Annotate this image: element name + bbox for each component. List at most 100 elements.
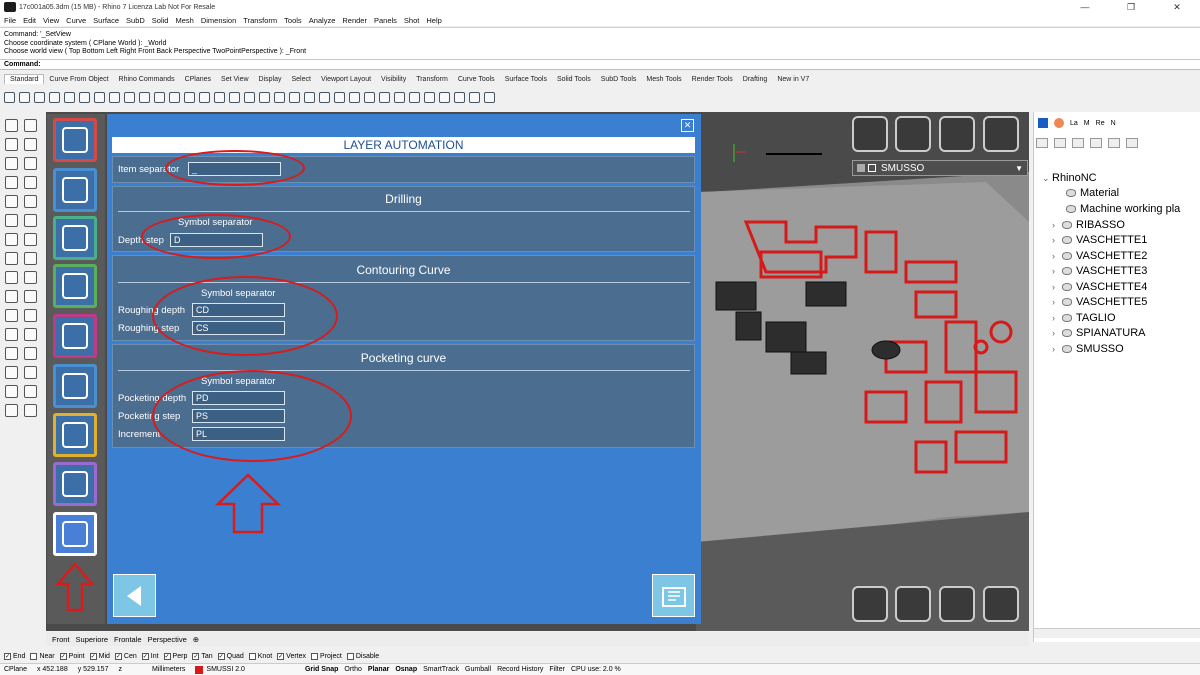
rotate-icon[interactable] — [24, 309, 37, 322]
menu-help[interactable]: Help — [426, 16, 441, 25]
menu-shot[interactable]: Shot — [404, 16, 419, 25]
pocketing-button[interactable] — [53, 314, 97, 358]
tab-layers[interactable]: La — [1070, 120, 1078, 127]
menu-curve[interactable]: Curve — [66, 16, 86, 25]
visibility-icon[interactable] — [349, 91, 360, 103]
move-icon[interactable] — [24, 290, 37, 303]
paste-icon[interactable] — [109, 91, 120, 103]
tab-set-view[interactable]: Set View — [216, 75, 254, 84]
globe-icon[interactable] — [469, 91, 480, 103]
point-icon[interactable] — [5, 119, 18, 132]
import-icon[interactable] — [64, 91, 75, 103]
status-layer[interactable]: SMUSSI 2.0 — [195, 665, 245, 674]
checkbox[interactable] — [248, 652, 256, 660]
tree-root[interactable]: ⌄ RhinoNC — [1042, 172, 1097, 184]
options-icon[interactable] — [424, 91, 435, 103]
menu-analyze[interactable]: Analyze — [309, 16, 336, 25]
checkbox[interactable]: ✓ — [277, 652, 285, 660]
cut-icon[interactable] — [79, 91, 90, 103]
explode-icon[interactable] — [5, 290, 18, 303]
menu-render[interactable]: Render — [342, 16, 367, 25]
menu-tools[interactable]: Tools — [284, 16, 302, 25]
tab-subd-tools[interactable]: SubD Tools — [596, 75, 642, 84]
loft-icon[interactable] — [24, 195, 37, 208]
viewport-tab-frontale[interactable]: Frontale — [114, 635, 142, 644]
tree-item-machine[interactable]: Machine working pla — [1066, 203, 1180, 215]
render-tool-icon[interactable] — [24, 404, 37, 417]
transform-icon[interactable] — [304, 91, 315, 103]
properties-icon[interactable] — [5, 404, 18, 417]
zoom-out-icon[interactable] — [1108, 138, 1120, 148]
panel-close-button[interactable]: ✕ — [681, 119, 694, 132]
zoom-selected-icon[interactable] — [214, 91, 225, 103]
undo-icon[interactable] — [124, 91, 135, 103]
osnap-project[interactable]: Project — [311, 652, 342, 660]
curve-icon[interactable] — [24, 157, 37, 170]
menu-subd[interactable]: SubD — [126, 16, 145, 25]
tab-render[interactable]: Re — [1096, 120, 1105, 127]
undo-view-icon[interactable] — [229, 91, 240, 103]
checkbox[interactable]: ✓ — [141, 652, 149, 660]
settings-gears-icon[interactable] — [939, 586, 975, 622]
tab-drafting[interactable]: Drafting — [738, 75, 773, 84]
arc-icon[interactable] — [24, 138, 37, 151]
checkbox[interactable]: ✓ — [163, 652, 171, 660]
layer-automation-button[interactable] — [53, 512, 97, 556]
drilling-button[interactable] — [53, 216, 97, 260]
environment-icon[interactable] — [409, 91, 420, 103]
tree-item-vaschette2[interactable]: › VASCHETTE2 — [1052, 250, 1147, 262]
info-icon[interactable] — [1072, 138, 1084, 148]
tree-item-vaschette1[interactable]: › VASCHETTE1 — [1052, 234, 1147, 246]
osnap-int[interactable]: ✓ Int — [141, 652, 159, 660]
subd-icon[interactable] — [24, 233, 37, 246]
tree-item-material[interactable]: Material — [1066, 187, 1119, 199]
analyze-icon[interactable] — [5, 385, 18, 398]
zoom-icon[interactable] — [169, 91, 180, 103]
lock-icon[interactable] — [334, 91, 345, 103]
text-icon[interactable] — [5, 366, 18, 379]
help-question-icon[interactable] — [983, 586, 1019, 622]
zoom-window-icon[interactable] — [184, 91, 195, 103]
checkbox[interactable]: ✓ — [89, 652, 97, 660]
hatch-icon[interactable] — [24, 366, 37, 379]
box-tool-button[interactable] — [53, 413, 97, 457]
save-settings-button[interactable] — [652, 574, 695, 617]
layer-tree-button[interactable] — [53, 168, 97, 212]
tab-viewport-layout[interactable]: Viewport Layout — [316, 75, 376, 84]
tab-new-in-v7[interactable]: New in V7 — [772, 75, 814, 84]
tree-item-vaschette3[interactable]: › VASCHETTE3 — [1052, 265, 1147, 277]
rotate-view-icon[interactable] — [154, 91, 165, 103]
checkbox[interactable]: ✓ — [114, 652, 122, 660]
minimize-button[interactable]: — — [1062, 0, 1108, 14]
material-icon[interactable] — [394, 91, 405, 103]
toggle-record-history[interactable]: Record History — [497, 666, 543, 673]
tab-render-tools[interactable]: Render Tools — [687, 75, 738, 84]
tree-item-spianatura[interactable]: › SPIANATURA — [1052, 327, 1145, 339]
tree-item-ribasso[interactable]: › RIBASSO — [1052, 219, 1125, 231]
tree-item-smusso[interactable]: › SMUSSO — [1052, 343, 1124, 355]
toggle-planar[interactable]: Planar — [368, 666, 389, 673]
offset-icon[interactable] — [24, 176, 37, 189]
copy-icon[interactable] — [94, 91, 105, 103]
check-icon[interactable] — [24, 385, 37, 398]
refresh-icon[interactable] — [1126, 138, 1138, 148]
menu-solid[interactable]: Solid — [152, 16, 169, 25]
checkbox[interactable] — [311, 652, 319, 660]
maximize-button[interactable]: ❐ — [1108, 0, 1154, 14]
tab-mesh-tools[interactable]: Mesh Tools — [641, 75, 686, 84]
copy-tool-icon[interactable] — [5, 309, 18, 322]
polyline-icon[interactable] — [24, 119, 37, 132]
simulation-icon[interactable] — [939, 116, 975, 152]
select-filter-icon[interactable] — [289, 91, 300, 103]
join-icon[interactable] — [24, 271, 37, 284]
viewport-tab-perspective[interactable]: Perspective — [148, 635, 187, 644]
snap-icon[interactable] — [454, 91, 465, 103]
tool-holder-icon[interactable] — [895, 586, 931, 622]
checkbox[interactable]: ✓ — [217, 652, 225, 660]
osnap-point[interactable]: ✓ Point — [59, 652, 85, 660]
osnap-tan[interactable]: ✓ Tan — [192, 652, 213, 660]
color-tab-icon[interactable] — [1054, 118, 1064, 128]
command-prompt[interactable]: Command: — [0, 59, 1200, 70]
tab-visibility[interactable]: Visibility — [376, 75, 411, 84]
tab-select[interactable]: Select — [287, 75, 316, 84]
